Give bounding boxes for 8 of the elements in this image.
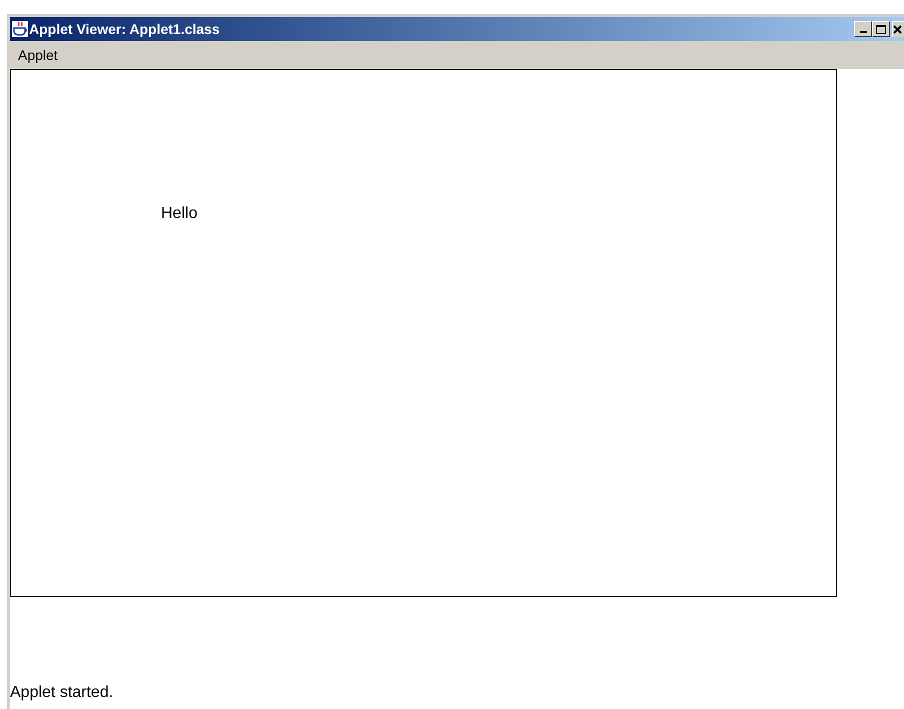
maximize-button[interactable] xyxy=(872,21,890,37)
window-title: Applet Viewer: Applet1.class xyxy=(29,20,220,39)
coffee-cup-icon xyxy=(12,21,28,37)
status-text: Applet started. xyxy=(10,683,114,703)
menu-item[interactable]: Applet xyxy=(18,44,58,66)
close-button[interactable] xyxy=(892,21,904,37)
canvas-text: Hello xyxy=(161,205,198,222)
minimize-button[interactable] xyxy=(854,21,872,37)
